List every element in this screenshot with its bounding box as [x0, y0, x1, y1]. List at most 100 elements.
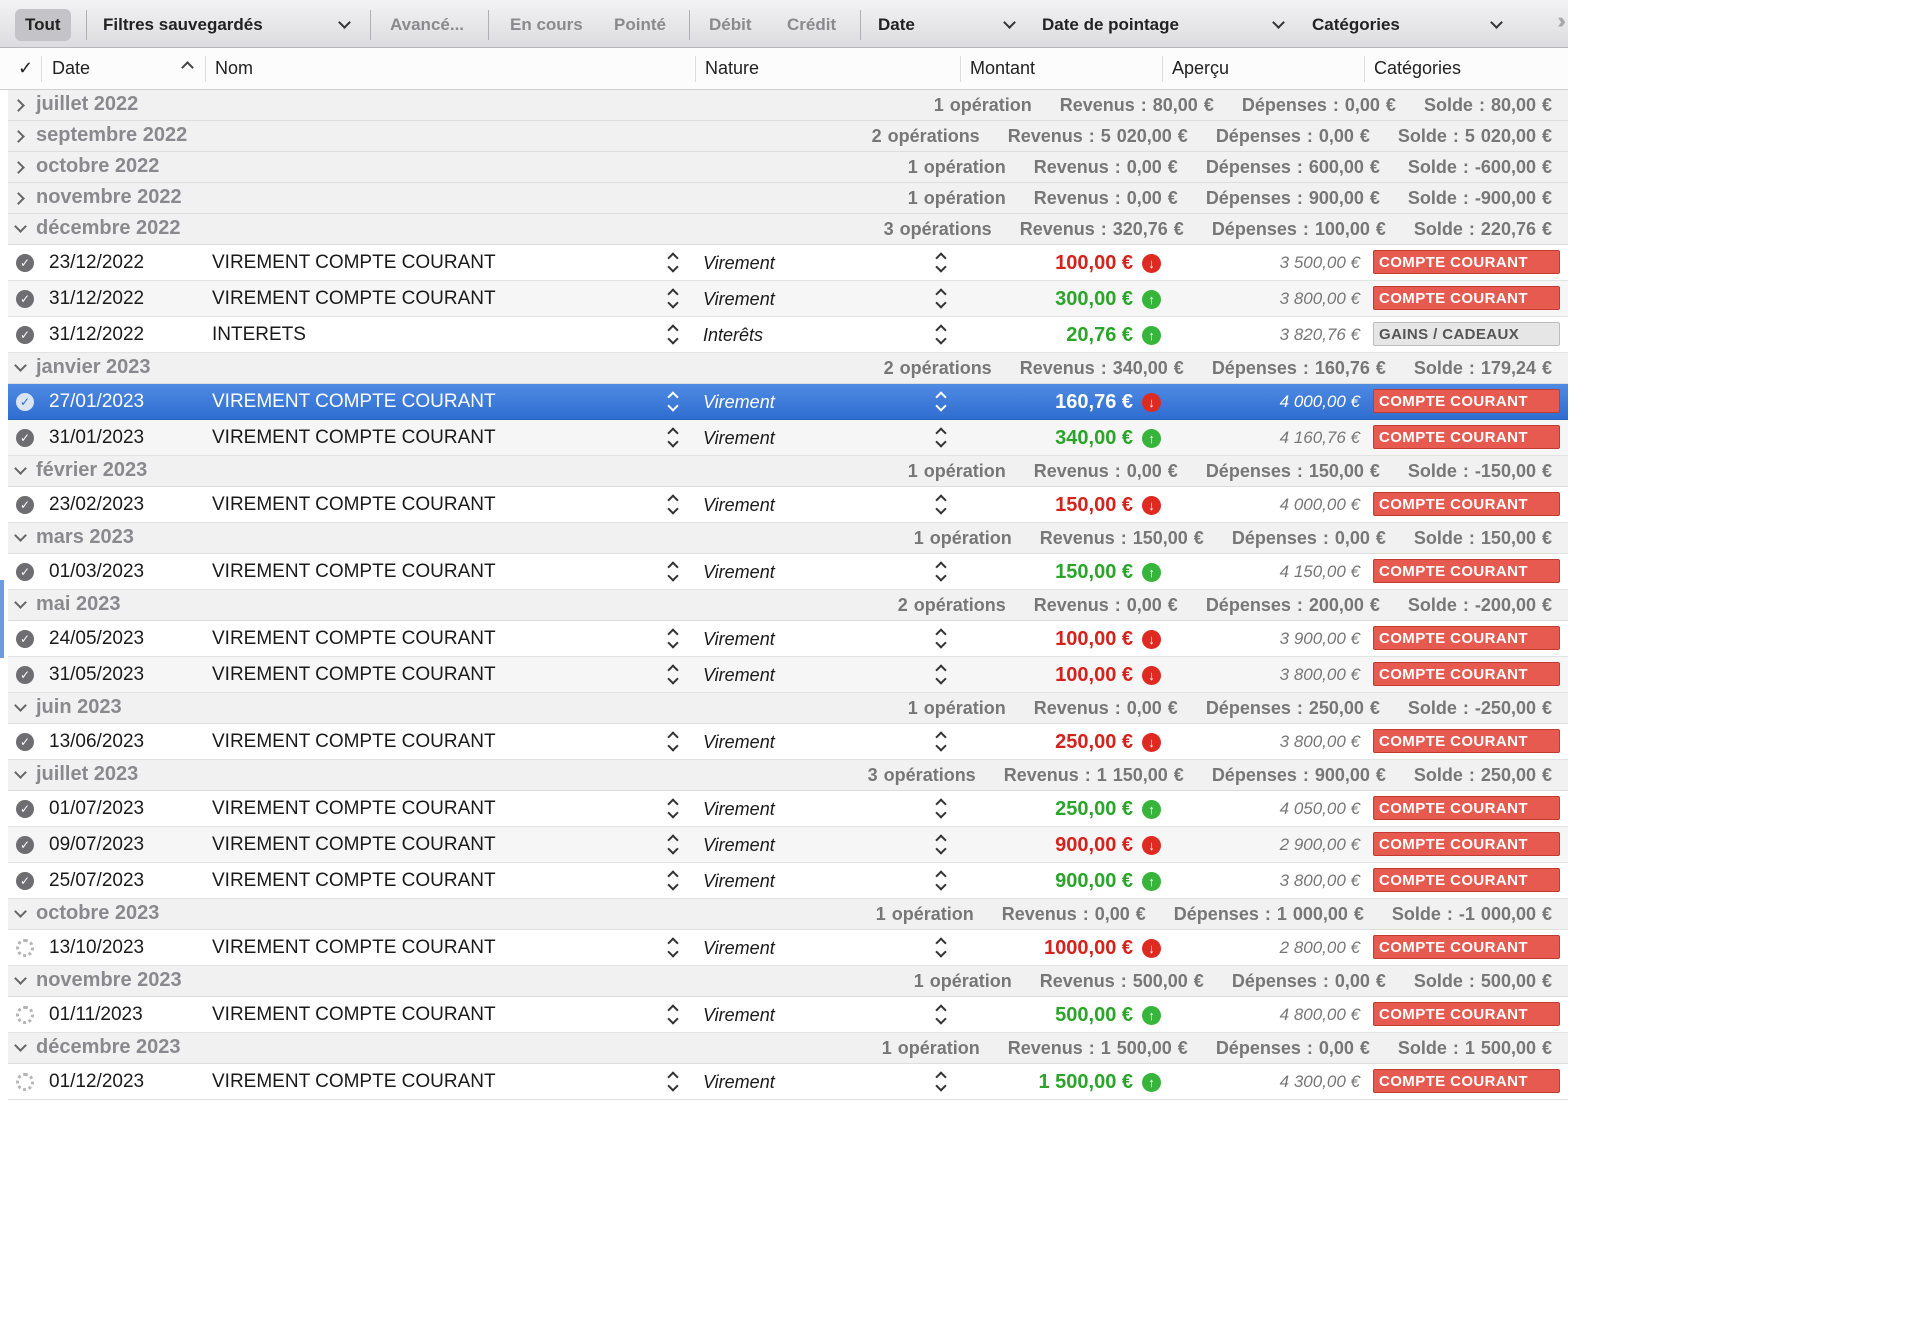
category-tag[interactable]: COMPTE COURANT	[1373, 389, 1560, 413]
reconciled-check-icon[interactable]: ✓	[16, 733, 34, 751]
nature-stepper-icon[interactable]	[935, 796, 949, 822]
chevron-down-icon[interactable]	[14, 462, 27, 475]
name-stepper-icon[interactable]	[667, 868, 681, 894]
date-filter-dropdown[interactable]: Date	[878, 9, 915, 41]
nature-stepper-icon[interactable]	[935, 935, 949, 961]
table-row[interactable]: ✓ 24/05/2023 VIREMENT COMPTE COURANT Vireme…	[8, 621, 1568, 657]
chevron-down-icon[interactable]	[338, 16, 351, 29]
table-row[interactable]: ✓ 31/12/2022 VIREMENT COMPTE COURANT Vireme…	[8, 281, 1568, 317]
filter-reconciled-button[interactable]: Pointé	[614, 9, 666, 41]
chevron-right-icon[interactable]	[12, 161, 25, 174]
name-stepper-icon[interactable]	[667, 286, 681, 312]
nature-stepper-icon[interactable]	[935, 492, 949, 518]
chevron-right-icon[interactable]	[12, 192, 25, 205]
chevron-down-icon[interactable]	[14, 699, 27, 712]
month-group-header[interactable]: novembre 2022 1 opération Revenus : 0,00 €…	[8, 183, 1568, 214]
category-tag[interactable]: COMPTE COURANT	[1373, 662, 1560, 686]
category-tag[interactable]: COMPTE COURANT	[1373, 832, 1560, 856]
nature-stepper-icon[interactable]	[935, 832, 949, 858]
month-group-header[interactable]: juin 2023 1 opération Revenus : 0,00 € Dépe…	[8, 693, 1568, 724]
filter-debit-button[interactable]: Débit	[709, 9, 752, 41]
table-row[interactable]: ✓ 01/07/2023 VIREMENT COMPTE COURANT Vireme…	[8, 791, 1568, 827]
column-amount[interactable]: Montant	[970, 58, 1035, 79]
categories-filter-dropdown[interactable]: Catégories	[1312, 9, 1400, 41]
table-row[interactable]: ✓ 13/06/2023 VIREMENT COMPTE COURANT Vireme…	[8, 724, 1568, 760]
chevron-down-icon[interactable]	[14, 529, 27, 542]
table-row[interactable]: ✓ 31/12/2022 INTERETS Interêts 20,76 € ↑ 3 820…	[8, 317, 1568, 353]
nature-stepper-icon[interactable]	[935, 868, 949, 894]
reconciled-check-icon[interactable]: ✓	[16, 872, 34, 890]
name-stepper-icon[interactable]	[667, 626, 681, 652]
chevron-right-icon[interactable]	[12, 130, 25, 143]
table-row[interactable]: ✓ 23/12/2022 VIREMENT COMPTE COURANT Vireme…	[8, 245, 1568, 281]
pending-status-icon[interactable]	[16, 1073, 34, 1091]
category-tag[interactable]: COMPTE COURANT	[1373, 935, 1560, 959]
chevron-right-icon[interactable]	[12, 99, 25, 112]
nature-stepper-icon[interactable]	[935, 729, 949, 755]
name-stepper-icon[interactable]	[667, 832, 681, 858]
nature-stepper-icon[interactable]	[935, 389, 949, 415]
filter-credit-button[interactable]: Crédit	[787, 9, 836, 41]
month-group-header[interactable]: janvier 2023 2 opérations Revenus : 340,00…	[8, 353, 1568, 384]
month-group-header[interactable]: juillet 2022 1 opération Revenus : 80,00 €…	[8, 90, 1568, 121]
category-tag[interactable]: COMPTE COURANT	[1373, 729, 1560, 753]
month-group-header[interactable]: octobre 2022 1 opération Revenus : 0,00 € D…	[8, 152, 1568, 183]
table-row[interactable]: 13/10/2023 VIREMENT COMPTE COURANT Viremen…	[8, 930, 1568, 966]
table-row[interactable]: 01/11/2023 VIREMENT COMPTE COURANT Viremen…	[8, 997, 1568, 1033]
table-row[interactable]: ✓ 23/02/2023 VIREMENT COMPTE COURANT Vireme…	[8, 487, 1568, 523]
saved-filters-dropdown[interactable]: Filtres sauvegardés	[103, 9, 263, 41]
month-group-header[interactable]: mars 2023 1 opération Revenus : 150,00 € Dé…	[8, 523, 1568, 554]
column-check[interactable]: ✓	[18, 58, 33, 79]
name-stepper-icon[interactable]	[667, 729, 681, 755]
column-categories[interactable]: Catégories	[1374, 58, 1461, 79]
column-date[interactable]: Date	[52, 58, 90, 79]
reconciled-check-icon[interactable]: ✓	[16, 630, 34, 648]
table-row[interactable]: ✓ 31/05/2023 VIREMENT COMPTE COURANT Vireme…	[8, 657, 1568, 693]
name-stepper-icon[interactable]	[667, 662, 681, 688]
month-group-header[interactable]: septembre 2022 2 opérations Revenus : 5 02…	[8, 121, 1568, 152]
month-group-header[interactable]: juillet 2023 3 opérations Revenus : 1 150,…	[8, 760, 1568, 791]
category-tag[interactable]: COMPTE COURANT	[1373, 626, 1560, 650]
month-group-header[interactable]: décembre 2023 1 opération Revenus : 1 500,…	[8, 1033, 1568, 1064]
chevron-down-icon[interactable]	[14, 359, 27, 372]
reconciled-check-icon[interactable]: ✓	[16, 254, 34, 272]
nature-stepper-icon[interactable]	[935, 425, 949, 451]
reconciled-check-icon[interactable]: ✓	[16, 666, 34, 684]
month-group-header[interactable]: février 2023 1 opération Revenus : 0,00 € D…	[8, 456, 1568, 487]
column-name[interactable]: Nom	[215, 58, 253, 79]
name-stepper-icon[interactable]	[667, 322, 681, 348]
month-group-header[interactable]: novembre 2023 1 opération Revenus : 500,00…	[8, 966, 1568, 997]
nature-stepper-icon[interactable]	[935, 286, 949, 312]
reconciled-check-icon[interactable]: ✓	[16, 326, 34, 344]
table-row[interactable]: ✓ 31/01/2023 VIREMENT COMPTE COURANT Vireme…	[8, 420, 1568, 456]
name-stepper-icon[interactable]	[667, 1069, 681, 1095]
name-stepper-icon[interactable]	[667, 935, 681, 961]
filter-in-progress-button[interactable]: En cours	[510, 9, 583, 41]
pending-status-icon[interactable]	[16, 1006, 34, 1024]
chevron-down-icon[interactable]	[14, 972, 27, 985]
reconciled-check-icon[interactable]: ✓	[16, 800, 34, 818]
reconciled-check-icon[interactable]: ✓	[16, 393, 34, 411]
category-tag[interactable]: COMPTE COURANT	[1373, 492, 1560, 516]
category-tag[interactable]: COMPTE COURANT	[1373, 1069, 1560, 1093]
chevron-down-icon[interactable]	[14, 766, 27, 779]
name-stepper-icon[interactable]	[667, 389, 681, 415]
category-tag[interactable]: COMPTE COURANT	[1373, 425, 1560, 449]
category-tag[interactable]: COMPTE COURANT	[1373, 286, 1560, 310]
name-stepper-icon[interactable]	[667, 250, 681, 276]
pending-status-icon[interactable]	[16, 939, 34, 957]
column-nature[interactable]: Nature	[705, 58, 759, 79]
chevron-down-icon[interactable]	[14, 220, 27, 233]
reconciled-check-icon[interactable]: ✓	[16, 563, 34, 581]
column-preview[interactable]: Aperçu	[1172, 58, 1229, 79]
name-stepper-icon[interactable]	[667, 796, 681, 822]
month-group-header[interactable]: décembre 2022 3 opérations Revenus : 320,7…	[8, 214, 1568, 245]
chevron-down-icon[interactable]	[1490, 16, 1503, 29]
reconciled-check-icon[interactable]: ✓	[16, 290, 34, 308]
name-stepper-icon[interactable]	[667, 425, 681, 451]
table-row[interactable]: ✓ 25/07/2023 VIREMENT COMPTE COURANT Vireme…	[8, 863, 1568, 899]
reconciled-check-icon[interactable]: ✓	[16, 836, 34, 854]
name-stepper-icon[interactable]	[667, 1002, 681, 1028]
more-chevron-icon[interactable]: ››	[1557, 8, 1565, 34]
nature-stepper-icon[interactable]	[935, 322, 949, 348]
